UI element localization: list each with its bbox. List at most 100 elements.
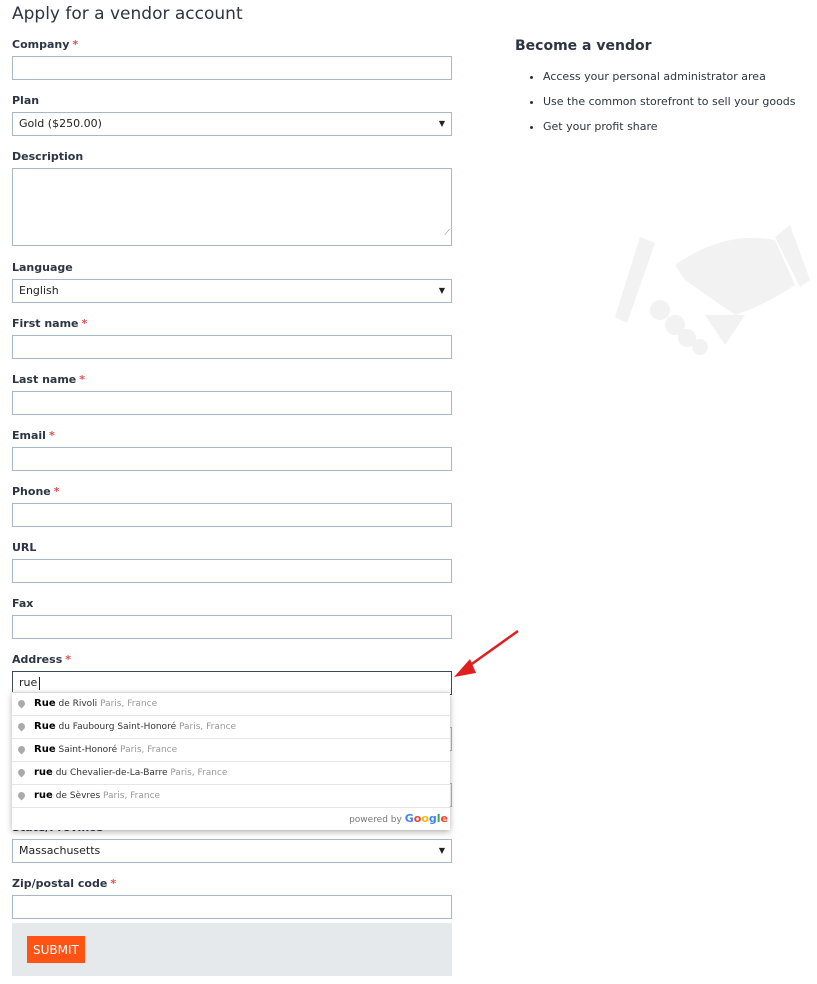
resize-handle-icon[interactable]: ⟋ [444,222,450,244]
benefits-list: Access your personal administrator area … [515,69,805,134]
label-text: Plan [12,94,40,107]
url-input[interactable] [12,559,452,583]
last-name-input[interactable] [12,391,452,415]
map-pin-icon [16,744,27,755]
required-marker: * [81,317,88,330]
first-name-input[interactable] [12,335,452,359]
phone-input[interactable] [12,503,452,527]
label-text: Fax [12,597,34,610]
field-label: First name * [12,317,452,335]
autocomplete-suggestion[interactable]: rue de Sèvres Paris, France [12,785,450,808]
field-company: Company * [12,38,452,94]
suggestion-secondary: Paris, France [170,768,228,778]
required-marker: * [72,38,79,51]
suggestion-main: Saint-Honoré [58,745,118,755]
suggestion-match: rue [34,767,53,778]
field-value: rue [19,676,38,689]
benefit-item: Use the common storefront to sell your g… [543,94,805,109]
text-cursor [39,676,41,690]
description-textarea[interactable]: ⟋ [12,168,452,246]
field-label: Address * [12,653,452,671]
dropdown-arrow-icon: ▼ [438,119,445,128]
label-text: Last name [12,373,77,386]
suggestion-secondary: Paris, France [120,745,178,755]
suggestion-main: de Rivoli [58,699,98,709]
required-marker: * [48,429,55,442]
required-marker: * [79,373,86,386]
suggestion-secondary: Paris, France [103,791,161,801]
field-first-name: First name * [12,317,452,373]
label-text: Zip/postal code [12,877,108,890]
submit-button[interactable]: SUBMIT [27,936,85,963]
sidebar-title: Become a vendor [515,38,652,54]
field-label: Phone * [12,485,452,503]
map-pin-icon [16,790,27,801]
field-language: Language English ▼ [12,261,452,317]
google-logo: Google [404,812,448,825]
field-value: Gold ($250.00) [19,117,102,130]
become-vendor-panel: Become a vendor Access your personal adm… [515,38,805,144]
field-label: Description [12,150,452,168]
page-title: Apply for a vendor account [12,4,243,24]
field-last-name: Last name * [12,373,452,429]
field-label: Fax [12,597,452,615]
label-text: Description [12,150,84,163]
annotation-arrow [454,629,519,677]
suggestion-match: Rue [34,744,56,755]
field-label: Language [12,261,452,279]
suggestion-main: du Chevalier-de-La-Barre [55,768,168,778]
label-text: Language [12,261,73,274]
language-select[interactable]: English ▼ [12,279,452,303]
field-description: Description ⟋ [12,150,452,261]
map-pin-icon [16,721,27,732]
field-phone: Phone * [12,485,452,541]
address-autocomplete-dropdown: Rue de Rivoli Paris, France Rue du Faubou… [12,692,450,830]
field-label: Zip/postal code * [12,877,452,895]
autocomplete-suggestion[interactable]: Rue du Faubourg Saint-Honoré Paris, Fran… [12,716,450,739]
autocomplete-suggestion[interactable]: Rue de Rivoli Paris, France [12,693,450,716]
email-input[interactable] [12,447,452,471]
map-pin-icon [16,767,27,778]
field-label: Last name * [12,373,452,391]
powered-by-google: powered by Google [12,808,450,830]
field-email: Email * [12,429,452,485]
field-label: Company * [12,38,452,56]
suggestion-secondary: Paris, France [178,722,237,732]
suggestion-main: de Sèvres [55,791,101,801]
suggestion-match: rue [34,790,53,801]
powered-by-text: powered by [349,815,402,825]
label-text: Email [12,429,46,442]
suggestion-secondary: Paris, France [100,699,158,709]
label-text: Phone [12,485,51,498]
state-province-select[interactable]: Massachusetts ▼ [12,839,452,863]
company-input[interactable] [12,56,452,80]
field-label: URL [12,541,452,559]
label-text: First name [12,317,79,330]
required-marker: * [110,877,117,890]
plan-select[interactable]: Gold ($250.00) ▼ [12,112,452,136]
required-marker: * [53,485,60,498]
map-pin-icon [16,698,27,709]
dropdown-arrow-icon: ▼ [438,286,445,295]
zip-postal-code-input[interactable] [12,895,452,919]
suggestion-main: du Faubourg Saint-Honoré [58,722,177,732]
benefit-item: Access your personal administrator area [543,69,805,84]
field-fax: Fax [12,597,452,653]
dropdown-arrow-icon: ▼ [438,846,445,855]
field-value: English [19,284,59,297]
required-marker: * [65,653,72,666]
autocomplete-suggestion[interactable]: rue du Chevalier-de-La-Barre Paris, Fran… [12,762,450,785]
label-text: Address [12,653,63,666]
handshake-icon [615,225,810,355]
field-label: Plan [12,94,452,112]
submit-bar: SUBMIT [12,923,452,976]
fax-input[interactable] [12,615,452,639]
label-text: URL [12,541,37,554]
field-plan: Plan Gold ($250.00) ▼ [12,94,452,150]
suggestion-match: Rue [34,698,56,709]
autocomplete-suggestion[interactable]: Rue Saint-Honoré Paris, France [12,739,450,762]
suggestion-match: Rue [34,721,56,732]
field-url: URL [12,541,452,597]
benefit-item: Get your profit share [543,119,805,134]
field-label: Email * [12,429,452,447]
